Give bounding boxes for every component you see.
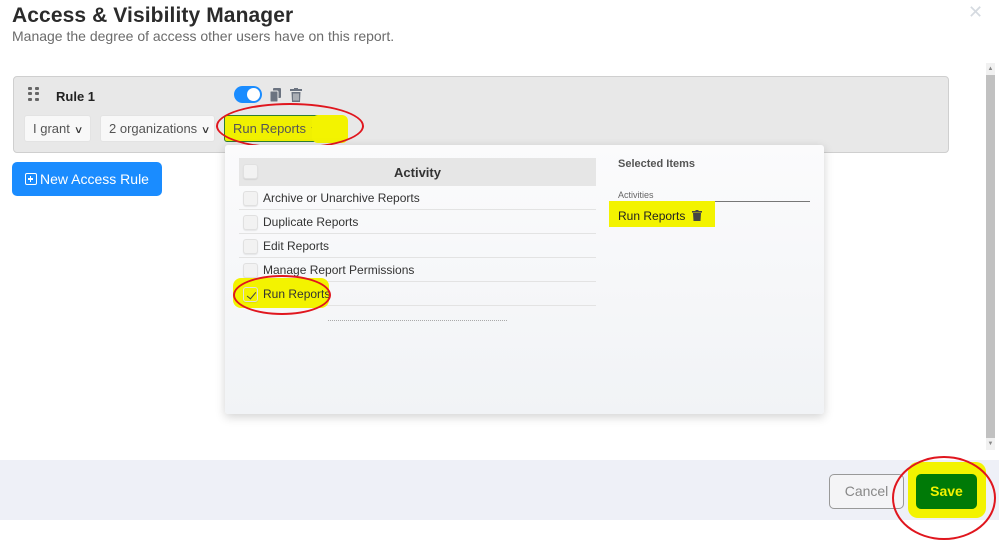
chevron-down-icon: ∨ [73, 125, 84, 136]
list-item[interactable]: Archive or Unarchive Reports [239, 186, 596, 210]
selected-category-label: Activities [618, 190, 810, 202]
activity-label: Manage Report Permissions [263, 263, 415, 277]
remove-trash-icon[interactable] [691, 210, 702, 224]
activity-label: Archive or Unarchive Reports [263, 191, 420, 205]
chevron-down-icon: ∨ [201, 125, 211, 136]
activity-checkbox[interactable] [243, 215, 258, 230]
new-access-rule-button[interactable]: New Access Rule [12, 162, 162, 196]
drag-handle-icon[interactable] [28, 87, 40, 101]
activity-checkbox[interactable] [243, 191, 258, 206]
activity-label: Run Reports [263, 287, 331, 301]
activity-checkbox[interactable] [243, 239, 258, 254]
trash-icon[interactable] [290, 88, 304, 102]
activity-label: Edit Reports [263, 239, 330, 253]
scroll-up-arrow-icon[interactable]: ▲ [986, 63, 995, 75]
activity-dropdown[interactable]: Run Reports ∨ [224, 115, 326, 142]
activity-table-header: Activity [239, 158, 596, 186]
list-item[interactable]: Edit Reports [239, 234, 596, 258]
save-button[interactable]: Save [916, 474, 977, 509]
selected-item-label: Run Reports [618, 209, 686, 223]
selected-item: Run Reports [618, 209, 702, 224]
activity-table: Activity Archive or Unarchive Reports Du… [233, 158, 596, 308]
activity-column-header: Activity [394, 165, 441, 180]
copy-icon[interactable] [269, 88, 283, 103]
page-title: Access & Visibility Manager [12, 4, 294, 27]
list-item[interactable]: Run Reports [233, 278, 596, 308]
scrollbar-thumb[interactable] [986, 75, 995, 438]
activity-checkbox-checked[interactable] [243, 287, 258, 302]
close-icon[interactable]: ✕ [968, 2, 983, 23]
plus-square-icon [25, 173, 38, 185]
toggle-knob [247, 88, 260, 101]
grant-dropdown-value: I grant [33, 121, 70, 136]
grant-dropdown[interactable]: I grant ∨ [24, 115, 91, 142]
list-item[interactable]: Manage Report Permissions [239, 258, 596, 282]
dotted-divider [328, 320, 507, 321]
activity-label: Duplicate Reports [263, 215, 359, 229]
new-access-rule-label: New Access Rule [40, 171, 149, 187]
selected-items-title: Selected Items [618, 158, 696, 170]
activity-popup: Activity Archive or Unarchive Reports Du… [225, 145, 824, 414]
activity-checkbox[interactable] [243, 263, 258, 278]
cancel-button[interactable]: Cancel [829, 474, 904, 509]
organizations-dropdown-value: 2 organizations [109, 121, 198, 136]
activity-dropdown-value: Run Reports [233, 121, 306, 136]
organizations-dropdown[interactable]: 2 organizations ∨ [100, 115, 215, 142]
page-subtitle: Manage the degree of access other users … [12, 28, 395, 44]
list-item[interactable]: Duplicate Reports [239, 210, 596, 234]
rule-label: Rule 1 [56, 89, 96, 104]
rule-enabled-toggle[interactable] [234, 86, 262, 103]
chevron-down-icon: ∨ [309, 125, 320, 136]
rule-card: Rule 1 I grant ∨ 2 organizations ∨ Run Rep… [13, 76, 949, 153]
scroll-down-arrow-icon[interactable]: ▼ [986, 438, 995, 450]
scrollbar[interactable]: ▲ ▼ [986, 63, 995, 450]
